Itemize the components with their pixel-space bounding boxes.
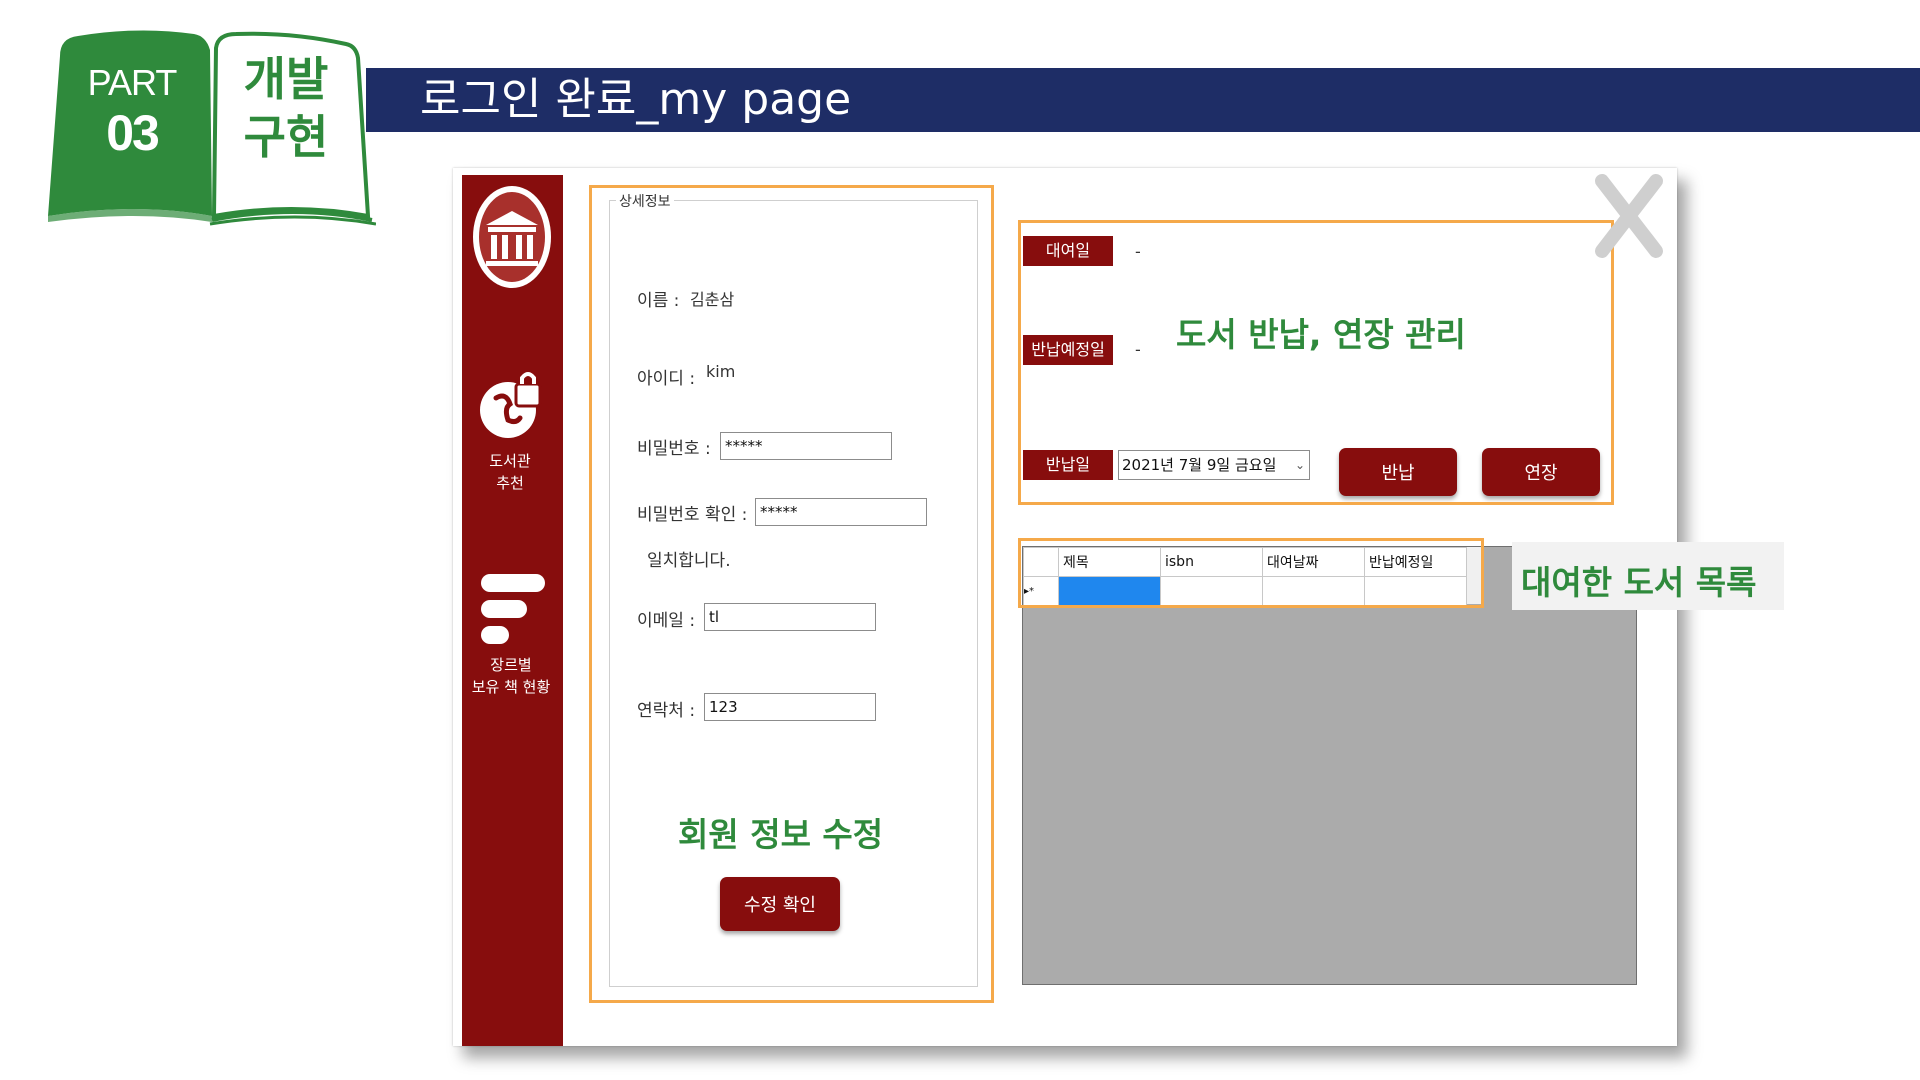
rented-books-grid[interactable] <box>1022 546 1637 985</box>
library-recommend-icon[interactable] <box>478 368 544 446</box>
close-icon[interactable] <box>1594 173 1664 259</box>
highlight-details <box>589 185 994 1003</box>
page-title: 로그인 완료_my page <box>420 74 852 125</box>
part-number: 03 <box>106 105 160 161</box>
genre-bars-icon[interactable] <box>481 574 545 646</box>
part-label: PART <box>87 62 178 103</box>
section-label: 개발 구현 <box>243 52 329 164</box>
annotation-rented-list: 대여한 도서 목록 <box>1521 563 1757 602</box>
highlight-grid <box>1018 538 1484 608</box>
library-building-icon[interactable] <box>472 185 552 289</box>
highlight-rental <box>1018 220 1614 505</box>
sidebar-item-recommend[interactable]: 도서관 추천 <box>480 450 540 494</box>
sidebar-item-genre[interactable]: 장르별 보유 책 현황 <box>466 654 556 698</box>
